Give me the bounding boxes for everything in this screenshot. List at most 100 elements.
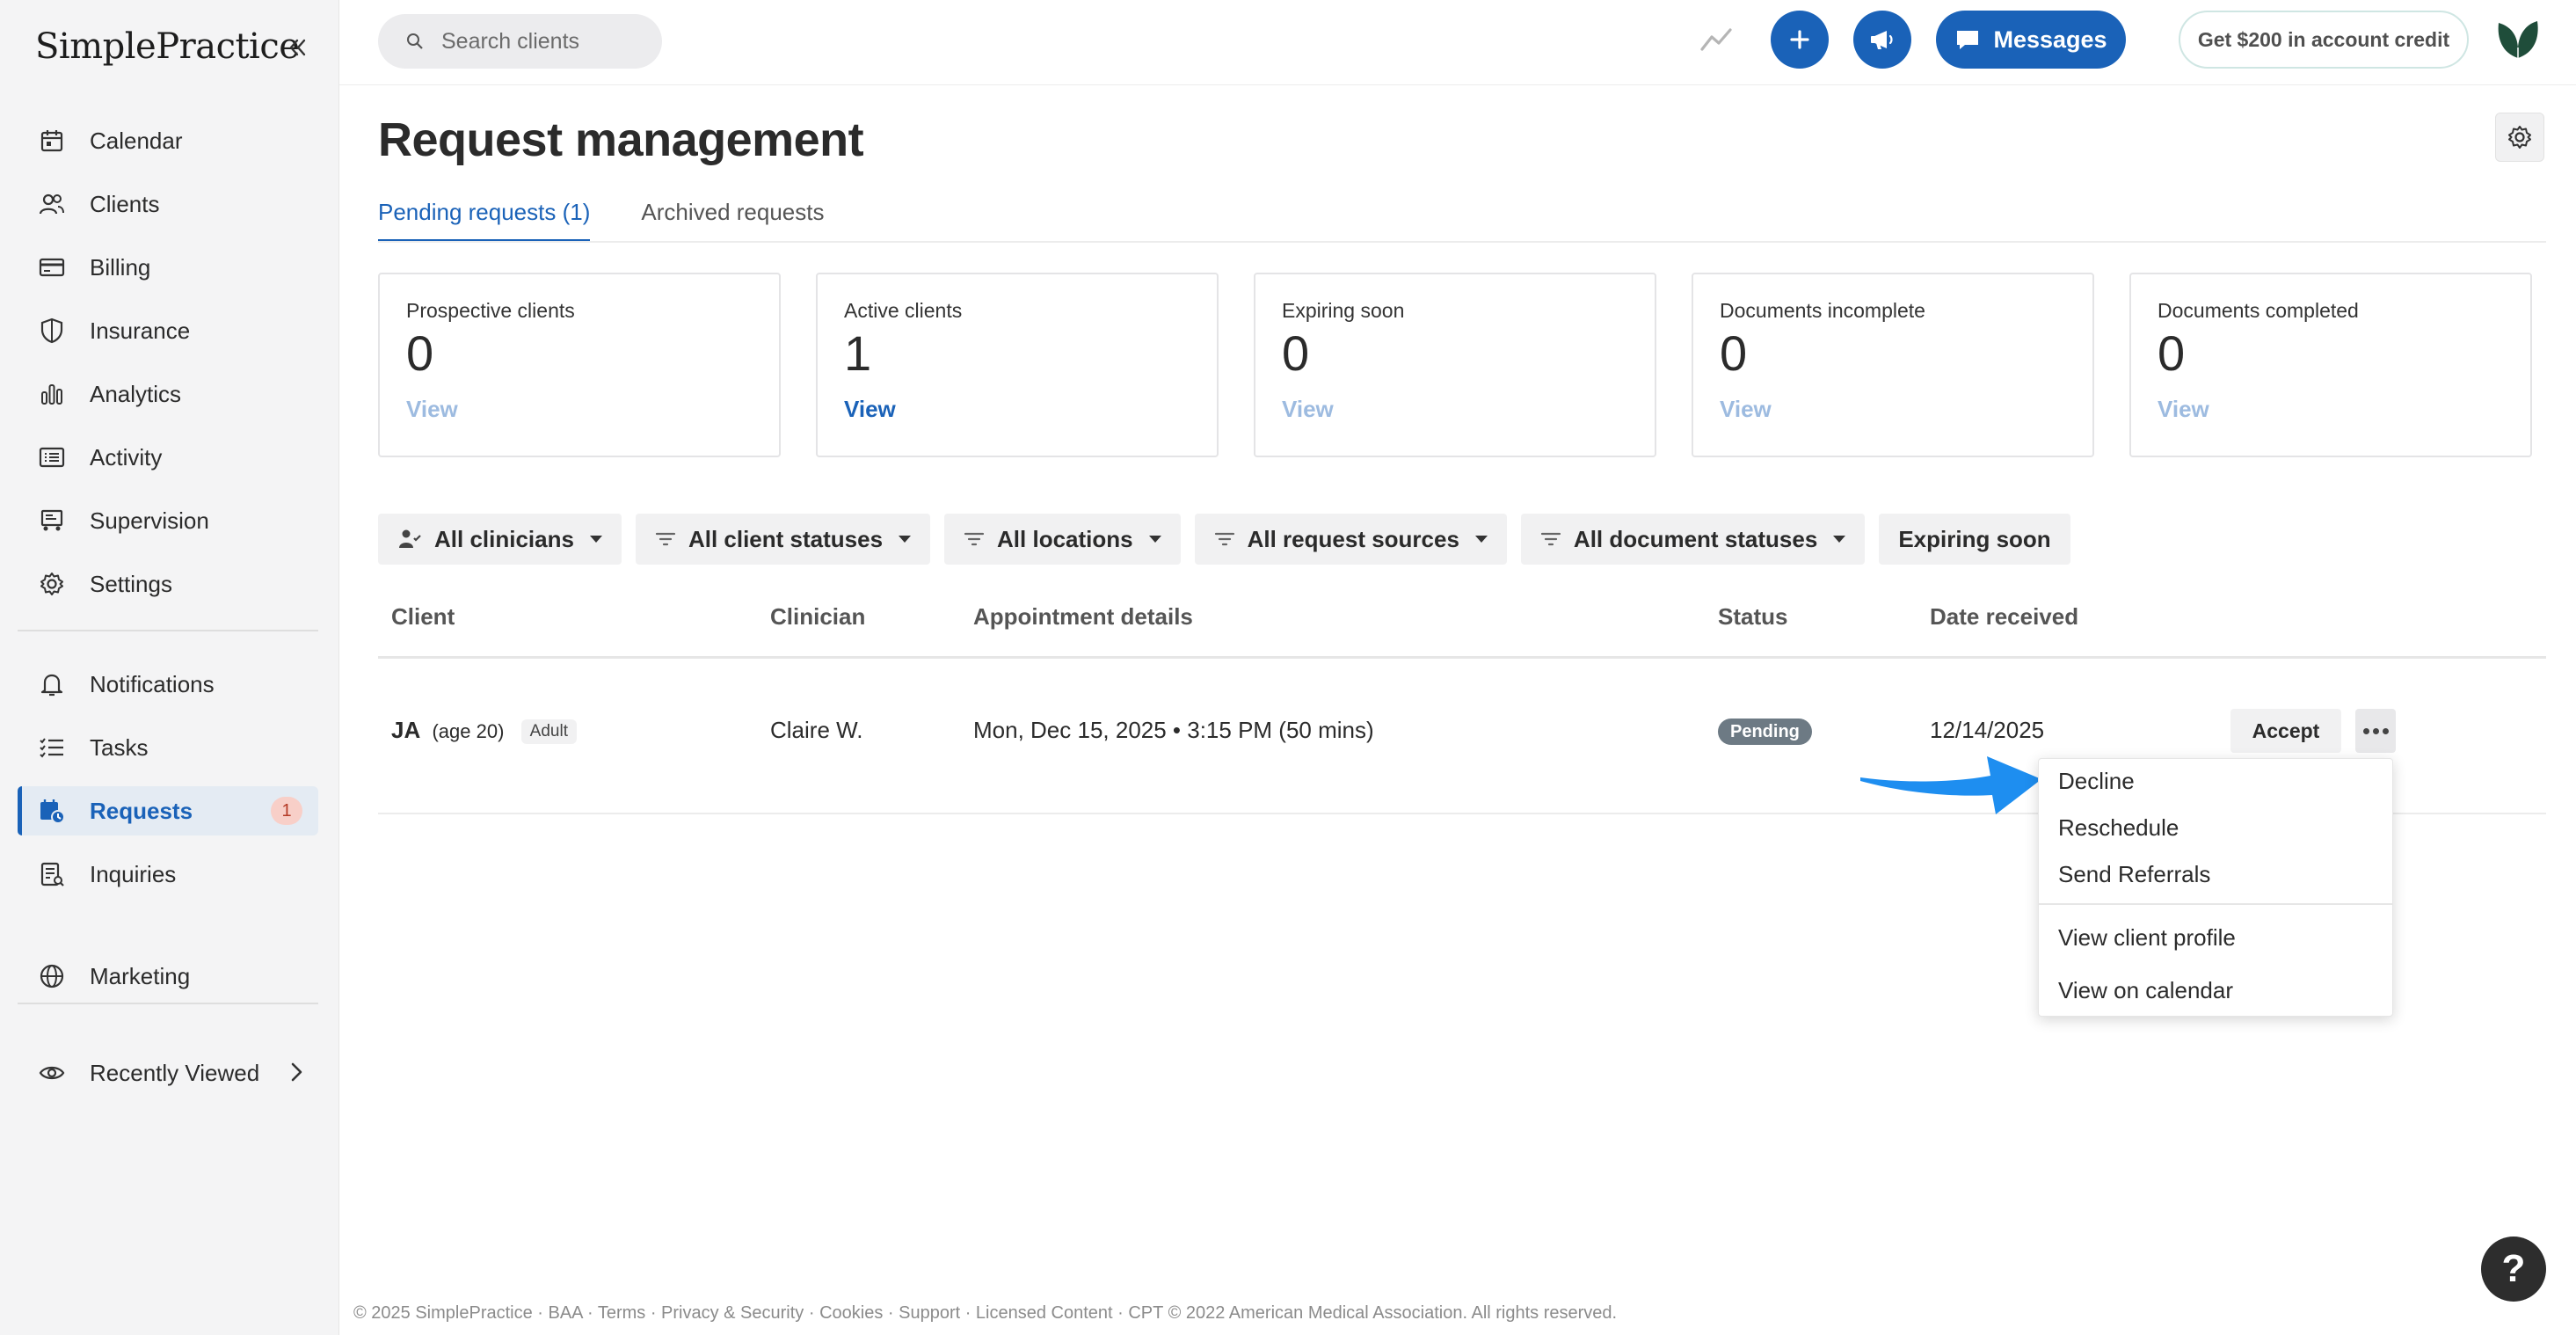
sidebar-item-calendar[interactable]: Calendar [18, 116, 318, 165]
announcements-button[interactable] [1853, 11, 1911, 69]
caret-down-icon [1148, 536, 1161, 543]
bell-icon [37, 669, 67, 699]
search-bar[interactable] [378, 14, 662, 69]
search-icon [407, 33, 423, 49]
sidebar-item-label: Analytics [90, 380, 182, 407]
clinician-filter[interactable]: All clinicians [378, 514, 622, 565]
menu-item-view-client-profile[interactable]: View client profile [2058, 924, 2236, 952]
more-actions-button[interactable] [2355, 709, 2396, 753]
expiring-soon-filter[interactable]: Expiring soon [1879, 514, 2070, 565]
leaf-brand-icon[interactable] [2493, 12, 2543, 65]
column-header-appointment-details[interactable]: Appointment details [973, 603, 1193, 631]
filter-label: All clinicians [434, 525, 574, 552]
sidebar-item-tasks[interactable]: Tasks [18, 723, 318, 772]
card-value: 0 [406, 325, 434, 381]
date-received-cell: 12/14/2025 [1930, 717, 2045, 743]
column-header-clinician[interactable]: Clinician [770, 603, 865, 631]
menu-item-send-referrals[interactable]: Send Referrals [2058, 861, 2210, 888]
sidebar-item-clients[interactable]: Clients [18, 179, 318, 229]
supervision-icon [37, 506, 67, 536]
column-header-client[interactable]: Client [391, 603, 455, 631]
menu-item-view-on-calendar[interactable]: View on calendar [2058, 977, 2233, 1004]
view-documents-completed-link[interactable]: View [2158, 396, 2209, 423]
create-new-button[interactable] [1771, 11, 1829, 69]
menu-divider [2039, 903, 2392, 905]
card-label: Expiring soon [1282, 299, 1405, 322]
shield-icon [37, 316, 67, 346]
collapse-sidebar-button[interactable] [283, 33, 311, 62]
sidebar-item-activity[interactable]: Activity [18, 433, 318, 482]
help-button[interactable]: ? [2481, 1237, 2546, 1302]
clinician-icon [399, 529, 421, 548]
megaphone-icon [1871, 31, 1893, 49]
sidebar-item-insurance[interactable]: Insurance [18, 306, 318, 355]
ellipsis-icon [2362, 727, 2369, 734]
sidebar-item-label: Inquiries [90, 860, 177, 887]
caret-down-icon [899, 536, 912, 543]
sidebar-item-label: Requests [90, 797, 193, 824]
card-documents-incomplete: Documents incomplete 0 View [1692, 273, 2094, 457]
view-prospective-clients-link[interactable]: View [406, 396, 458, 423]
messages-button[interactable]: Messages [1936, 11, 2126, 69]
appointment-cell: Mon, Dec 15, 2025 • 3:15 PM (50 mins) [973, 717, 1374, 743]
card-value: 1 [844, 325, 872, 381]
card-expiring-soon: Expiring soon 0 View [1254, 273, 1656, 457]
billing-card-icon [37, 252, 67, 282]
main-nav: Calendar Clients Billing Insurance Analy… [18, 116, 318, 623]
accept-button[interactable]: Accept [2230, 709, 2341, 753]
sidebar-item-label: Recently Viewed [90, 1059, 260, 1086]
column-header-status[interactable]: Status [1718, 603, 1787, 631]
client-cell[interactable]: JA (age 20) Adult [391, 717, 577, 744]
tabs-divider [378, 241, 2546, 243]
location-filter[interactable]: All locations [944, 514, 1181, 565]
sidebar-item-supervision[interactable]: Supervision [18, 496, 318, 545]
document-status-filter[interactable]: All document statuses [1520, 514, 1866, 565]
eye-icon [37, 1058, 67, 1088]
trend-line-icon[interactable] [1699, 23, 1734, 59]
sidebar-item-inquiries[interactable]: Inquiries [18, 850, 318, 899]
search-input[interactable] [441, 28, 635, 55]
card-label: Documents incomplete [1720, 299, 1925, 322]
sidebar-item-analytics[interactable]: Analytics [18, 369, 318, 419]
chevron-right-icon [287, 1061, 306, 1090]
simplepractice-logo[interactable]: SimplePractice [35, 26, 300, 67]
sidebar-item-settings[interactable]: Settings [18, 559, 318, 609]
caret-down-icon [589, 536, 602, 543]
tasks-icon [37, 733, 67, 762]
tab-pending-requests[interactable]: Pending requests (1) [378, 199, 591, 243]
view-active-clients-link[interactable]: View [844, 396, 896, 423]
sidebar-item-marketing[interactable]: Marketing [18, 952, 318, 1001]
row-actions-menu: Decline Reschedule Send Referrals View c… [2038, 758, 2393, 1017]
page-settings-button[interactable] [2495, 113, 2544, 162]
view-expiring-soon-link[interactable]: View [1282, 396, 1334, 423]
marketing-nav: Marketing [18, 952, 318, 1015]
filter-bar: All clinicians All client statuses All l… [378, 514, 2070, 565]
sidebar-item-billing[interactable]: Billing [18, 243, 318, 292]
client-type-badge: Adult [520, 719, 577, 744]
account-credit-button[interactable]: Get $200 in account credit [2179, 11, 2469, 69]
filter-label: All document statuses [1573, 525, 1818, 552]
filter-lines-icon [655, 532, 676, 546]
calendar-icon [37, 126, 67, 156]
pointer-arrow-icon [1860, 756, 2041, 814]
summary-cards: Prospective clients 0 View Active client… [378, 273, 2532, 457]
sidebar: SimplePractice Calendar Clients Billing … [0, 0, 339, 1335]
tab-archived-requests[interactable]: Archived requests [641, 199, 824, 243]
sidebar-item-notifications[interactable]: Notifications [18, 660, 318, 709]
view-documents-incomplete-link[interactable]: View [1720, 396, 1772, 423]
column-header-date-received[interactable]: Date received [1930, 603, 2078, 631]
caret-down-icon [1474, 536, 1488, 543]
filter-label: Expiring soon [1898, 525, 2051, 552]
request-source-filter[interactable]: All request sources [1194, 514, 1507, 565]
menu-item-reschedule[interactable]: Reschedule [2058, 814, 2179, 842]
menu-item-decline[interactable]: Decline [2058, 768, 2135, 795]
card-value: 0 [2158, 325, 2186, 381]
client-status-filter[interactable]: All client statuses [635, 514, 931, 565]
card-active-clients: Active clients 1 View [816, 273, 1219, 457]
inquiries-icon [37, 859, 67, 889]
caret-down-icon [1833, 536, 1846, 543]
sidebar-item-requests[interactable]: Requests 1 [18, 786, 318, 835]
client-age: (age 20) [432, 720, 505, 742]
sidebar-item-recently-viewed[interactable]: Recently Viewed [18, 1048, 318, 1098]
messages-label: Messages [1993, 26, 2107, 53]
